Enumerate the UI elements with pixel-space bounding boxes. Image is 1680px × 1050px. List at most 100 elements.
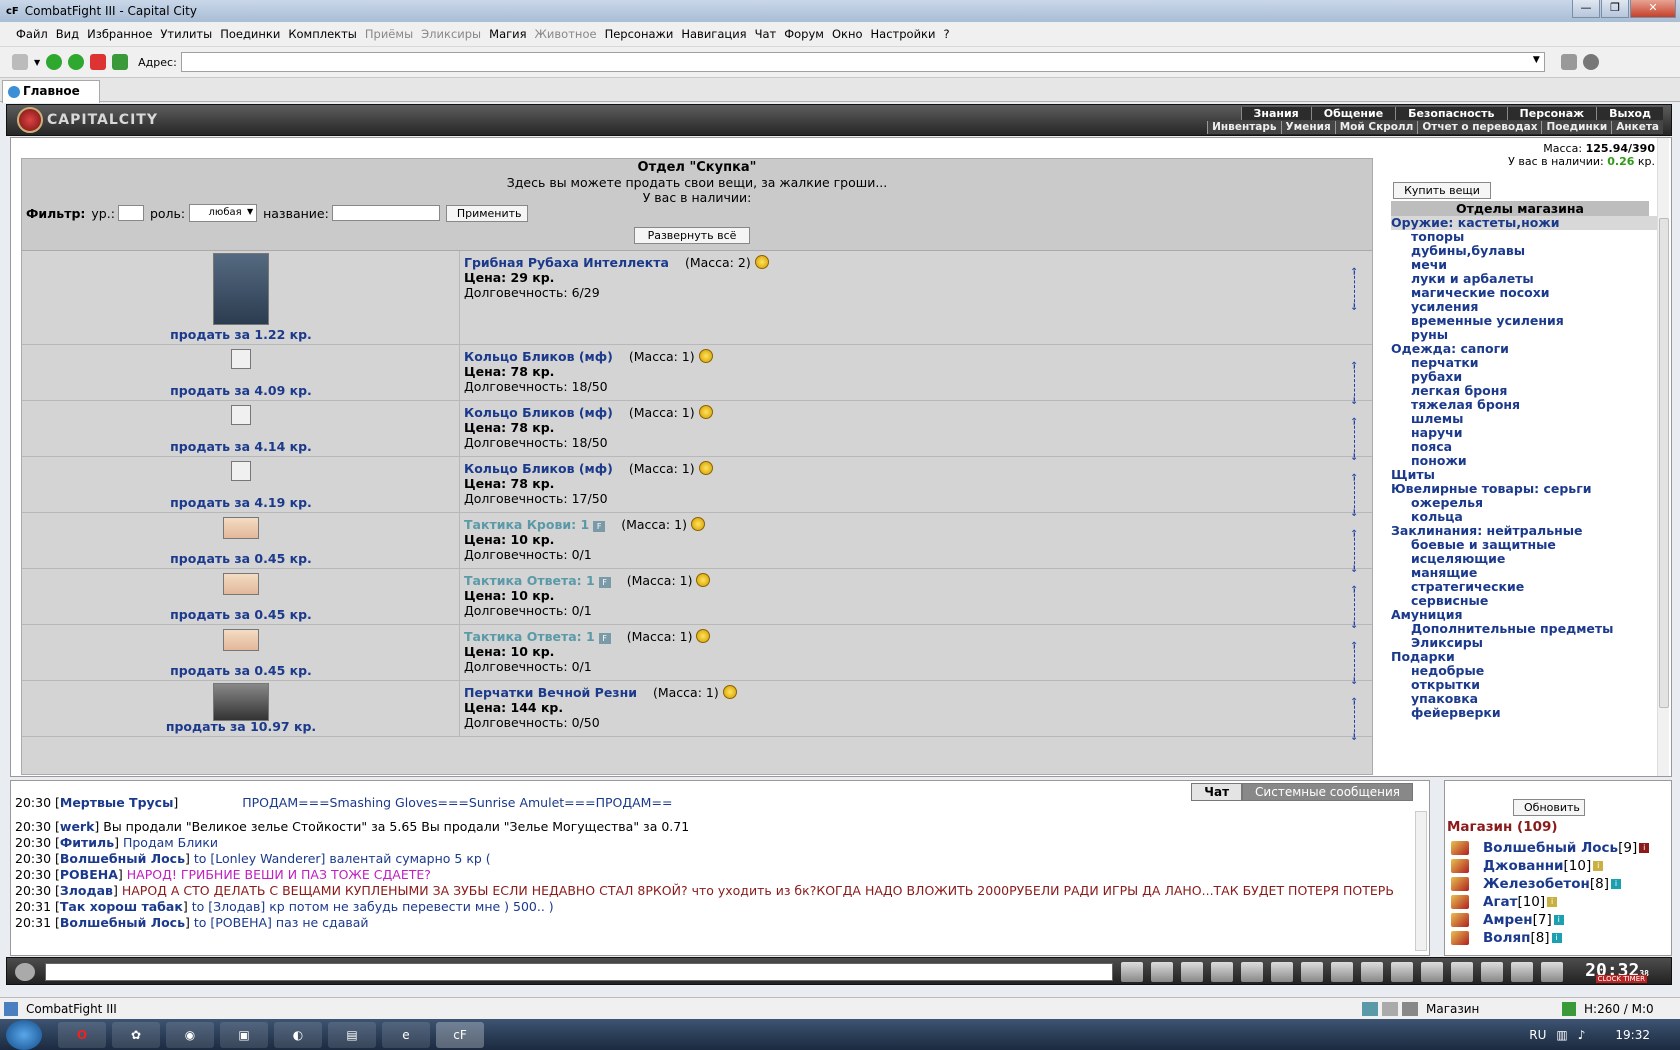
subcategory-link[interactable]: стратегические [1391, 580, 1659, 594]
subcategory-link[interactable]: фейерверки [1391, 706, 1659, 720]
close-button[interactable]: ✕ [1630, 0, 1676, 18]
private-icon[interactable] [1451, 859, 1469, 873]
user-name[interactable]: Воляп [1483, 929, 1530, 947]
menu-item[interactable]: Поединки [220, 27, 280, 41]
subcategory-link[interactable]: недобрые [1391, 664, 1659, 678]
top-nav-item[interactable]: Выход [1596, 107, 1663, 120]
refresh-button[interactable]: Обновить [1513, 799, 1585, 816]
item-name[interactable]: Грибная Рубаха Интеллекта [464, 255, 669, 270]
menu-item[interactable]: Настройки [871, 27, 936, 41]
item-name[interactable]: Тактика Крови: 1 [464, 517, 589, 532]
user-info-icon[interactable]: i [1593, 861, 1604, 871]
menu-item[interactable]: Вид [56, 27, 79, 41]
subcategory-link[interactable]: манящие [1391, 566, 1659, 580]
app4-icon[interactable]: ▣ [220, 1021, 268, 1048]
subcategory-link[interactable]: топоры [1391, 230, 1659, 244]
item-name[interactable]: Кольцо Бликов (мф) [464, 405, 613, 420]
combatfight-task[interactable]: cF [436, 1021, 484, 1048]
user-item[interactable]: Воляп [8] i [1451, 929, 1649, 947]
menu-item[interactable]: Форум [784, 27, 824, 41]
item-name[interactable]: Перчатки Вечной Резни [464, 685, 637, 700]
message-nick[interactable]: Злодав [60, 883, 113, 898]
message-nick[interactable]: Мертвые Трусы [60, 795, 174, 810]
top-nav-item[interactable]: Общение [1310, 107, 1396, 120]
start-button[interactable] [6, 1019, 42, 1050]
category-link[interactable]: Ювелирные товары: серьги [1391, 482, 1659, 496]
private-icon[interactable] [1451, 913, 1469, 927]
sound-icon[interactable] [1301, 962, 1323, 982]
sub-nav-item[interactable]: Анкета [1611, 121, 1663, 134]
message-nick[interactable]: Волшебный Лось [60, 915, 185, 930]
subcategory-link[interactable]: шлемы [1391, 412, 1659, 426]
expand-arrows-icon[interactable] [1350, 641, 1364, 687]
refresh-icon[interactable] [112, 54, 129, 70]
tray-time[interactable]: 19:32 [1615, 1028, 1650, 1042]
scroll-icon[interactable] [222, 629, 259, 651]
user-info-icon[interactable]: i [1610, 879, 1621, 889]
save-icon[interactable] [1211, 962, 1233, 982]
top-nav-item[interactable]: Знания [1240, 107, 1311, 120]
subcategory-link[interactable]: поножи [1391, 454, 1659, 468]
menu-item[interactable]: Эликсиры [421, 27, 481, 41]
gloves-icon[interactable] [212, 683, 269, 721]
sub-nav-item[interactable]: Инвентарь [1207, 121, 1280, 134]
menu-item[interactable]: Навигация [681, 27, 746, 41]
subcategory-link[interactable]: дубины,булавы [1391, 244, 1659, 258]
sell-link[interactable]: продать за 10.97 кр. [22, 719, 460, 734]
sub-nav-item[interactable]: Мой Скролл [1334, 121, 1418, 134]
message-nick[interactable]: Так хорош табак [60, 899, 183, 914]
private-icon[interactable] [1451, 895, 1469, 909]
menu-item[interactable]: Файл [16, 27, 48, 41]
tray-network-icon[interactable]: ▥ [1556, 1028, 1567, 1042]
category-link[interactable]: Щиты [1391, 468, 1659, 482]
expand-all-button[interactable]: Развернуть всё [634, 227, 750, 244]
lang-indicator[interactable]: RU [1529, 1028, 1546, 1042]
message-nick[interactable]: Фитиль [60, 835, 114, 850]
maximize-button[interactable]: ❐ [1601, 0, 1629, 18]
name-input[interactable] [331, 205, 440, 221]
sell-link[interactable]: продать за 4.14 кр. [22, 439, 460, 454]
menu-item[interactable]: Утилиты [160, 27, 212, 41]
message-nick[interactable]: РОВЕНА [60, 867, 118, 882]
tab-main[interactable]: Главное [2, 80, 100, 103]
category-link[interactable]: Заклинания: нейтральные [1391, 524, 1659, 538]
menu-item[interactable]: Магия [489, 27, 526, 41]
message-nick[interactable]: Волшебный Лось [60, 851, 185, 866]
apply-button[interactable]: Применить [445, 204, 528, 222]
subcategory-link[interactable]: Эликсиры [1391, 636, 1659, 650]
dropdown-arrow-icon[interactable]: ▼ [34, 58, 40, 67]
sell-link[interactable]: продать за 4.09 кр. [22, 383, 460, 398]
send-icon[interactable] [1121, 962, 1143, 982]
app6-icon[interactable]: ▤ [328, 1021, 376, 1048]
private-icon[interactable] [1451, 841, 1469, 855]
ring-icon[interactable] [230, 461, 251, 481]
top-nav-item[interactable]: Персонаж [1506, 107, 1597, 120]
user-info-icon[interactable]: i [1639, 843, 1650, 853]
bag-icon[interactable] [1391, 962, 1413, 982]
item-name[interactable]: Кольцо Бликов (мф) [464, 461, 613, 476]
shirt-icon[interactable] [212, 253, 269, 325]
subcategory-link[interactable]: луки и арбалеты [1391, 272, 1659, 286]
category-link[interactable]: Одежда: сапоги [1391, 342, 1659, 356]
subcategory-link[interactable]: пояса [1391, 440, 1659, 454]
category-link[interactable]: Амуниция [1391, 608, 1659, 622]
chat-scrollbar[interactable] [1415, 811, 1427, 951]
subcategory-link[interactable]: сервисные [1391, 594, 1659, 608]
gear-icon[interactable] [1451, 962, 1473, 982]
walk-icon[interactable] [1241, 962, 1263, 982]
top-nav-item[interactable]: Безопасность [1395, 107, 1507, 120]
menu-item[interactable]: ? [943, 27, 949, 41]
sub-nav-item[interactable]: Поединки [1541, 121, 1611, 134]
expand-arrows-icon[interactable] [1350, 585, 1364, 631]
menu-item[interactable]: Животное [535, 27, 597, 41]
user-item[interactable]: Амрен [7] i [1451, 911, 1649, 929]
smile-icon[interactable] [1331, 962, 1353, 982]
category-link[interactable]: Подарки [1391, 650, 1659, 664]
menu-item[interactable]: Комплекты [288, 27, 357, 41]
expand-arrows-icon[interactable] [1350, 417, 1364, 463]
app3-icon[interactable]: ◉ [166, 1021, 214, 1048]
sub-nav-item[interactable]: Умения [1280, 121, 1335, 134]
ring-icon[interactable] [230, 349, 251, 369]
menu-item[interactable]: Избранное [87, 27, 152, 41]
tools-icon[interactable] [1271, 962, 1293, 982]
